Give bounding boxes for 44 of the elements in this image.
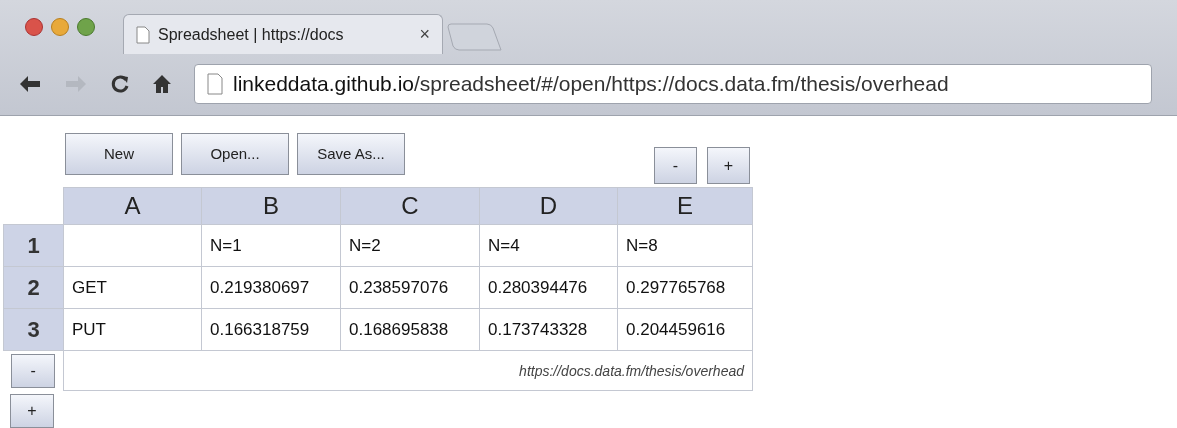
reload-icon[interactable] <box>110 74 130 94</box>
remove-column-button[interactable]: - <box>654 147 697 184</box>
table-cell[interactable]: GET <box>63 266 202 309</box>
table-cell[interactable]: 0.168695838 <box>340 308 480 351</box>
toolbar-button[interactable]: New <box>65 133 173 175</box>
url-host: linkeddata.github.io <box>233 72 414 96</box>
add-column-button[interactable]: + <box>707 147 750 184</box>
row-header[interactable]: 2 <box>3 266 64 309</box>
table-cell[interactable]: 0.173743328 <box>479 308 618 351</box>
table-cell[interactable]: N=2 <box>340 224 480 267</box>
close-window-icon[interactable] <box>25 18 43 36</box>
close-tab-button[interactable]: × <box>419 21 430 48</box>
row-header[interactable]: 1 <box>3 224 64 267</box>
column-header[interactable]: B <box>201 187 341 225</box>
browser-tab[interactable]: Spreadsheet | https://docs × <box>123 14 443 54</box>
toolbar-button[interactable]: Open... <box>181 133 289 175</box>
table-cell[interactable]: N=1 <box>201 224 341 267</box>
address-bar[interactable]: linkeddata.github.io/spreadsheet/#/open/https://docs.data.fm/thesis/overhead <box>194 64 1152 104</box>
add-row-button[interactable]: + <box>10 394 54 428</box>
table-cell[interactable]: N=8 <box>617 224 753 267</box>
table-cell[interactable]: 0.238597076 <box>340 266 480 309</box>
source-url: https://docs.data.fm/thesis/overhead <box>519 362 744 379</box>
url-path: /spreadsheet/#/open/https://docs.data.fm/thesis/overhead <box>414 72 949 96</box>
home-icon[interactable] <box>152 74 172 94</box>
back-icon[interactable] <box>18 74 42 94</box>
column-header[interactable]: C <box>340 187 480 225</box>
table-cell[interactable]: PUT <box>63 308 202 351</box>
table-cell[interactable]: 0.204459616 <box>617 308 753 351</box>
table-cell[interactable]: 0.219380697 <box>201 266 341 309</box>
table-cell[interactable]: 0.280394476 <box>479 266 618 309</box>
table-cell[interactable]: 0.297765768 <box>617 266 753 309</box>
remove-row-button[interactable]: - <box>11 353 56 388</box>
page-icon <box>136 25 150 44</box>
minimize-window-icon[interactable] <box>51 18 69 36</box>
tab-title: Spreadsheet | https://docs <box>158 24 344 45</box>
table-cell[interactable]: 0.166318759 <box>201 308 341 351</box>
toolbar-button[interactable]: Save As... <box>297 133 405 175</box>
column-header[interactable]: D <box>479 187 618 225</box>
zoom-window-icon[interactable] <box>77 18 95 36</box>
row-header[interactable]: 3 <box>3 308 64 351</box>
column-header[interactable]: A <box>63 187 202 225</box>
column-header[interactable]: E <box>617 187 753 225</box>
table-cell[interactable]: N=4 <box>479 224 618 267</box>
page-icon <box>207 73 223 95</box>
